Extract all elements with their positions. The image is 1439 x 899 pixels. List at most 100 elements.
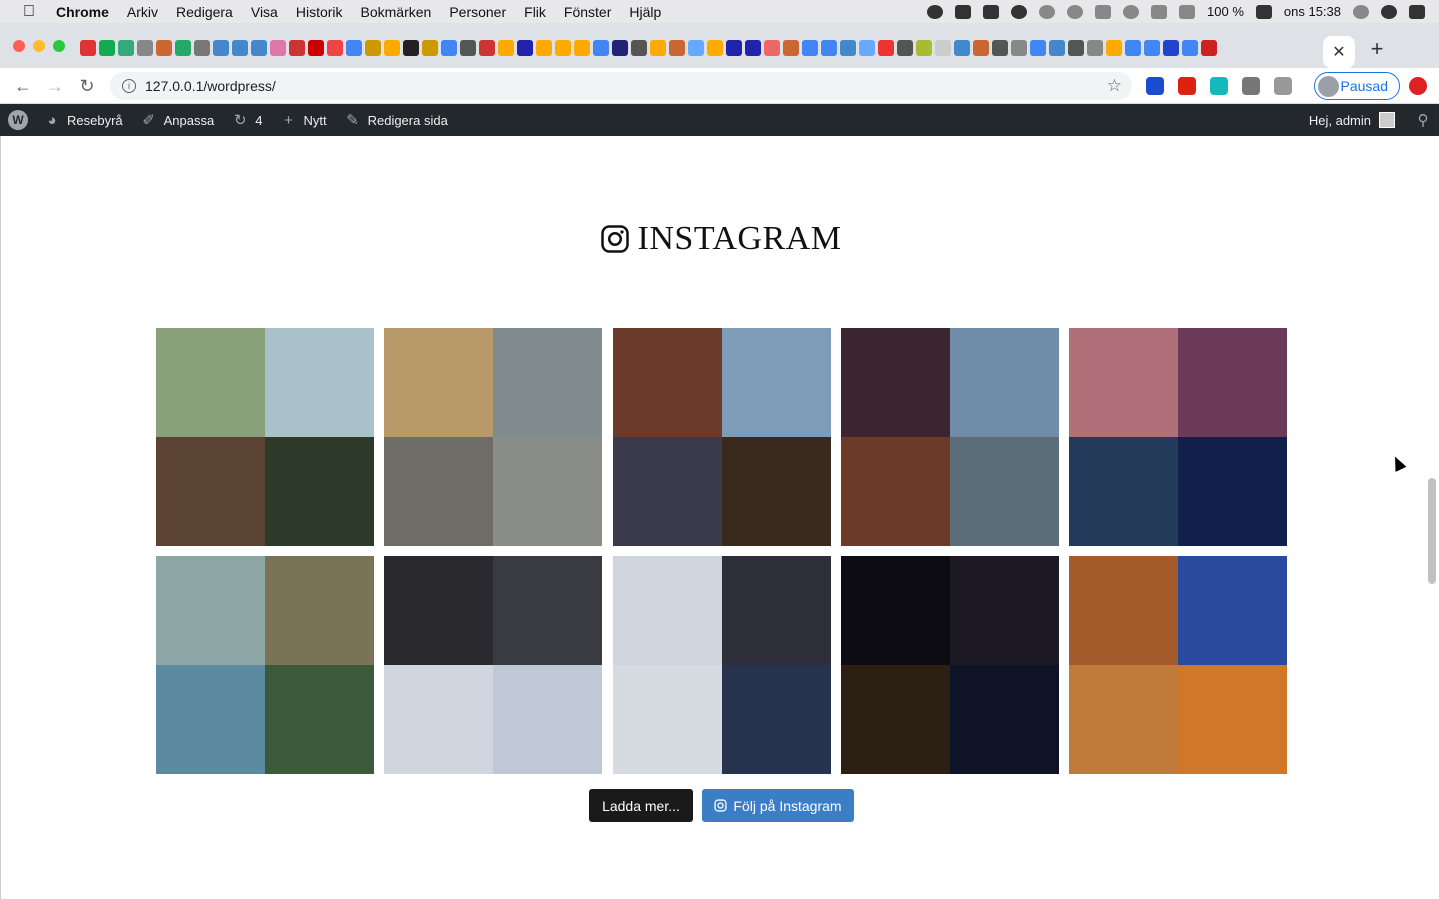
pinned-tab-icon[interactable] xyxy=(574,40,590,56)
pinned-tab-icon[interactable] xyxy=(707,40,723,56)
menu-item-fonster[interactable]: Fönster xyxy=(564,4,611,20)
zoom-window-button[interactable] xyxy=(53,40,65,52)
pinned-tab-icon[interactable] xyxy=(726,40,742,56)
pinned-tab-icon[interactable] xyxy=(118,40,134,56)
close-tab-icon[interactable]: ✕ xyxy=(1323,36,1355,68)
pinned-tab-icon[interactable] xyxy=(1030,40,1046,56)
menu-item-historik[interactable]: Historik xyxy=(296,4,343,20)
site-name-link[interactable]: ◕ Resebyrå xyxy=(44,112,122,129)
search-icon[interactable]: ⚲ xyxy=(1415,112,1431,129)
menu-item-personer[interactable]: Personer xyxy=(449,4,506,20)
spotlight-icon[interactable] xyxy=(1353,4,1369,19)
admin-avatar[interactable] xyxy=(1379,112,1395,128)
pinned-tab-icon[interactable] xyxy=(878,40,894,56)
follow-instagram-button[interactable]: Följ på Instagram xyxy=(702,789,854,822)
pinned-tab-icon[interactable] xyxy=(1011,40,1027,56)
pinned-tab-icon[interactable] xyxy=(1182,40,1198,56)
extension-upload-icon[interactable] xyxy=(1409,77,1427,95)
bookmark-star-icon[interactable]: ☆ xyxy=(1107,76,1122,96)
close-window-button[interactable] xyxy=(13,40,25,52)
battery-percent[interactable]: 100 % xyxy=(1207,4,1244,19)
pinned-tab-icon[interactable] xyxy=(517,40,533,56)
pinned-tab-icon[interactable] xyxy=(650,40,666,56)
url-text[interactable]: 127.0.0.1/wordpress/ xyxy=(145,78,276,94)
bluetooth-icon[interactable] xyxy=(1151,4,1168,19)
instagram-photo-sunset-collage[interactable] xyxy=(1069,328,1287,546)
pinned-tab-icon[interactable] xyxy=(1125,40,1141,56)
pinned-tab-icon[interactable] xyxy=(1163,40,1179,56)
menu-item-hjalp[interactable]: Hjälp xyxy=(629,4,661,20)
pinned-tab-icon[interactable] xyxy=(745,40,761,56)
notification-center-icon[interactable] xyxy=(1409,4,1425,19)
sync-icon[interactable] xyxy=(1039,4,1056,19)
pinned-tab-icon[interactable] xyxy=(897,40,913,56)
pinned-tab-icon[interactable] xyxy=(783,40,799,56)
edit-page-link[interactable]: ✎ Redigera sida xyxy=(345,112,448,129)
instagram-photo-interrail-pass[interactable] xyxy=(156,556,374,774)
extension-euro-icon[interactable] xyxy=(1146,77,1164,95)
page-scrollbar[interactable] xyxy=(1428,478,1436,584)
pinned-tab-icon[interactable] xyxy=(593,40,609,56)
menu-item-visa[interactable]: Visa xyxy=(251,4,278,20)
pinned-tab-icon[interactable] xyxy=(308,40,324,56)
pinned-tab-icon[interactable] xyxy=(954,40,970,56)
instagram-photo-pastries-on-plate[interactable] xyxy=(1069,556,1287,774)
menu-item-bokmarken[interactable]: Bokmärken xyxy=(361,4,432,20)
extension-bug-icon[interactable] xyxy=(1242,77,1260,95)
new-tab-button[interactable]: + xyxy=(1366,36,1388,61)
extension-camera-icon[interactable] xyxy=(1274,77,1292,95)
pinned-tab-icon[interactable] xyxy=(688,40,704,56)
minimize-window-button[interactable] xyxy=(33,40,45,52)
wifi-icon[interactable] xyxy=(1179,4,1196,19)
pinned-tab-icon[interactable] xyxy=(1068,40,1084,56)
pinned-tab-icon[interactable] xyxy=(498,40,514,56)
pinned-tab-icon[interactable] xyxy=(555,40,571,56)
pinned-tab-icon[interactable] xyxy=(973,40,989,56)
pinned-tab-icon[interactable] xyxy=(669,40,685,56)
pinned-tab-icon[interactable] xyxy=(1087,40,1103,56)
instagram-photo-skating-child[interactable] xyxy=(612,556,831,774)
forward-icon[interactable]: → xyxy=(44,75,66,97)
reload-icon[interactable]: ↻ xyxy=(76,75,98,97)
vpn-icon[interactable] xyxy=(1067,4,1084,19)
instagram-photo-balcony-view[interactable] xyxy=(156,328,374,546)
time-machine-icon[interactable] xyxy=(1123,4,1140,19)
pinned-tab-icon[interactable] xyxy=(137,40,153,56)
pinned-tab-icon[interactable] xyxy=(479,40,495,56)
apple-icon[interactable]:  xyxy=(20,3,38,21)
new-content-link[interactable]: + Nytt xyxy=(280,112,327,129)
airplay-icon[interactable] xyxy=(1095,4,1112,19)
pinned-tab-icon[interactable] xyxy=(346,40,362,56)
menu-app-name[interactable]: Chrome xyxy=(56,4,109,20)
record-icon[interactable] xyxy=(927,4,944,19)
pinned-tab-icon[interactable] xyxy=(441,40,457,56)
pinned-tab-icon[interactable] xyxy=(99,40,115,56)
clock[interactable]: ons 15:38 xyxy=(1284,4,1341,19)
pinned-tab-icon[interactable] xyxy=(251,40,267,56)
back-icon[interactable]: ← xyxy=(12,75,34,97)
wordpress-logo-icon[interactable]: W xyxy=(8,110,28,130)
instagram-photo-food-and-square[interactable] xyxy=(612,328,831,546)
customize-link[interactable]: ✐ Anpassa xyxy=(141,112,214,129)
dropbox-icon[interactable] xyxy=(955,4,972,19)
load-more-button[interactable]: Ladda mer... xyxy=(589,789,693,822)
account-greeting[interactable]: Hej, admin xyxy=(1309,113,1371,128)
siri-icon[interactable] xyxy=(1381,4,1397,19)
menu-item-flik[interactable]: Flik xyxy=(524,4,546,20)
pinned-tab-icon[interactable] xyxy=(422,40,438,56)
pinned-tab-icon[interactable] xyxy=(612,40,628,56)
pinned-tab-icon[interactable] xyxy=(992,40,1008,56)
pinned-tab-icon[interactable] xyxy=(403,40,419,56)
instagram-photo-amsterdam-collage[interactable] xyxy=(840,328,1059,546)
pinned-tab-icon[interactable] xyxy=(631,40,647,56)
updates-link[interactable]: ↻ 4 xyxy=(232,112,263,129)
pinned-tab-icon[interactable] xyxy=(916,40,932,56)
pinned-tab-icon[interactable] xyxy=(232,40,248,56)
pinned-tab-icon[interactable] xyxy=(156,40,172,56)
pinned-tab-icon[interactable] xyxy=(536,40,552,56)
extension-m-icon[interactable] xyxy=(1210,77,1228,95)
instagram-photo-man-on-stairs[interactable] xyxy=(384,328,603,546)
pinned-tab-icon[interactable] xyxy=(460,40,476,56)
pinned-tab-icon[interactable] xyxy=(1106,40,1122,56)
pinned-tab-icon[interactable] xyxy=(935,40,951,56)
